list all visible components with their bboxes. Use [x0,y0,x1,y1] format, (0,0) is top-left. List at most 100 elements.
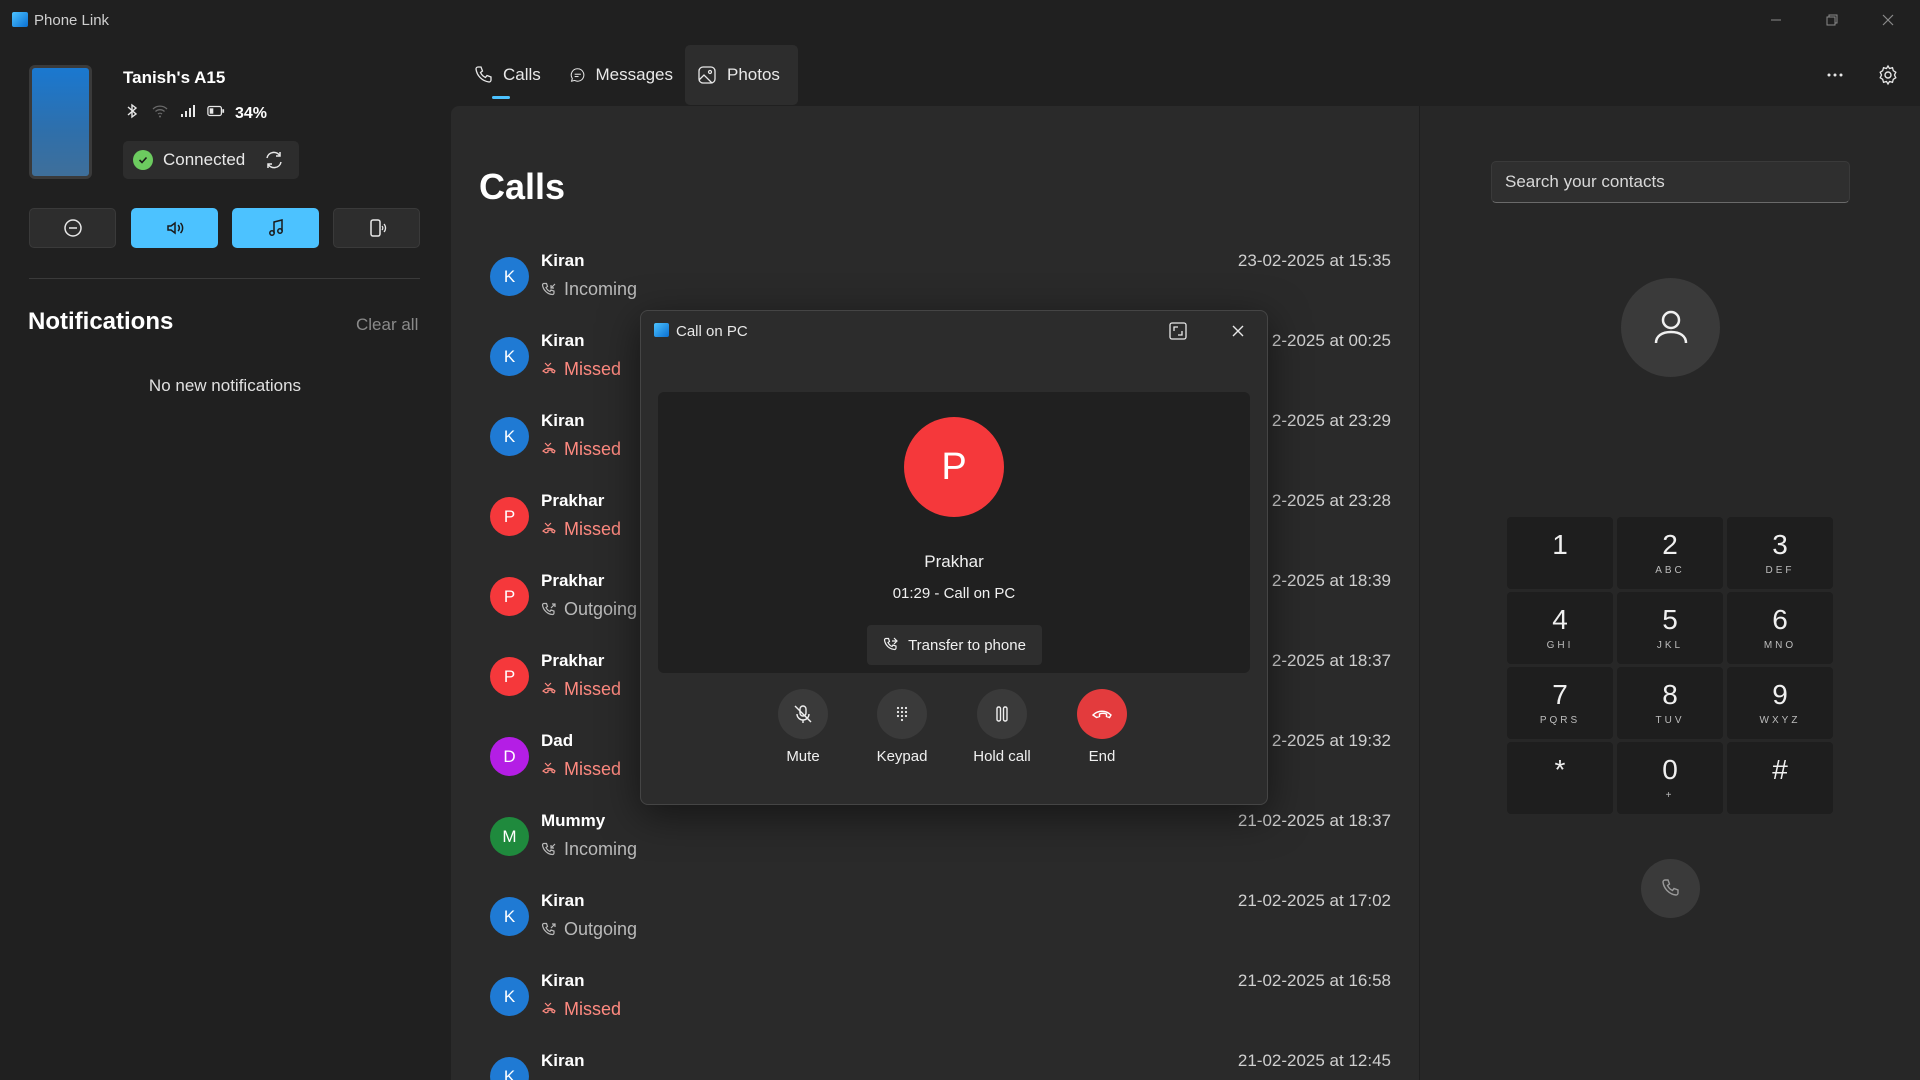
call-timestamp: 23-02-2025 at 15:35 [1237,251,1391,270]
missed-call-icon [542,762,556,774]
dial-key[interactable]: 4 GHI [1507,592,1613,664]
call-timestamp: 2-2025 at 19:32 [1271,731,1391,750]
tab-photos[interactable]: Photos [685,45,798,105]
dial-key-digit: 9 [1772,679,1788,710]
dial-key-digit: 6 [1772,604,1788,635]
tab-calls[interactable]: Calls [461,45,558,105]
connection-status: Connected [123,141,299,179]
call-timestamp: 21-02-2025 at 18:37 [1237,811,1391,830]
bluetooth-icon [123,102,141,125]
dial-key-letters: ABC [1655,565,1685,576]
contact-avatar: P [490,577,529,616]
title-bar: Phone Link [0,0,1920,40]
dial-key[interactable]: 3 DEF [1727,517,1833,589]
dial-key-digit: 8 [1662,679,1678,710]
gear-icon [1879,64,1897,86]
caller-card: P Prakhar 01:29 - Call on PC Transfer to… [658,392,1250,673]
transfer-label: Transfer to phone [908,636,1026,654]
dial-key-digit: 7 [1552,679,1568,710]
tab-messages[interactable]: Messages [558,45,685,105]
call-type: Incoming [541,279,637,300]
popup-close-button[interactable] [1226,319,1250,343]
call-contact-name: Kiran [541,971,585,990]
caller-name: Prakhar [924,552,984,571]
check-icon [133,150,153,170]
missed-call-icon [542,362,556,374]
dial-key[interactable]: 2 ABC [1617,517,1723,589]
call-row[interactable]: K Kiran Missed 21-02-2025 at 16:58 [479,962,1391,1042]
dial-key[interactable]: # [1727,742,1833,814]
call-row[interactable]: KKiranOutgoing21-02-2025 at 12:45 [479,1042,1391,1080]
end-call-label: End [1088,748,1116,765]
person-icon [1654,310,1687,343]
dial-key-letters: JKL [1656,640,1684,651]
notifications-title: Notifications [28,308,174,335]
keypad-button[interactable] [877,689,927,739]
restore-button[interactable] [1804,0,1860,40]
sync-icon[interactable] [263,149,285,171]
hold-control[interactable]: Hold call [962,689,1042,765]
call-contact-name: Kiran [541,411,585,430]
dial-key-digit: 3 [1772,529,1788,560]
dial-key-digit: 0 [1662,754,1678,785]
dial-call-button[interactable] [1641,859,1700,918]
outgoing-call-icon [541,922,556,935]
divider [29,278,420,279]
dial-key-digit: 5 [1662,604,1678,635]
call-contact-name: Kiran [541,891,585,910]
volume-button[interactable] [131,208,218,248]
contact-avatar [1621,278,1720,377]
missed-call-icon [542,682,556,694]
call-type: Missed [541,439,621,460]
end-call-button[interactable] [1077,689,1127,739]
call-contact-name: Prakhar [541,651,605,670]
hold-call-button[interactable] [977,689,1027,739]
dial-key-letters: MNO [1763,640,1797,651]
dial-key[interactable]: 8 TUV [1617,667,1723,739]
caller-avatar: P [904,417,1004,517]
missed-call-icon [542,1002,556,1014]
call-timestamp: 21-02-2025 at 12:45 [1237,1051,1391,1070]
popup-title: Call on PC [676,323,748,340]
clear-all-button[interactable]: Clear all [356,315,418,335]
call-row[interactable]: M Mummy Incoming 21-02-2025 at 18:37 [479,802,1391,882]
wifi-icon [151,102,169,125]
expand-icon [1169,322,1187,340]
mute-control[interactable]: Mute [763,689,843,765]
transfer-to-phone-button[interactable]: Transfer to phone [867,625,1042,665]
expand-button[interactable] [1166,319,1190,343]
more-options-button[interactable] [1820,60,1850,90]
dial-key-letters: + [1665,790,1675,801]
dial-key-letters: TUV [1655,715,1685,726]
minimize-button[interactable] [1748,0,1804,40]
mute-mic-icon [794,705,812,723]
call-type-label: Missed [564,759,622,779]
end-control[interactable]: End [1062,689,1142,765]
call-status: 01:29 - Call on PC [892,585,1016,602]
audio-player-button[interactable] [232,208,319,248]
contact-avatar: M [490,817,529,856]
call-type-label: Outgoing [564,919,638,939]
dial-key[interactable]: 1 [1507,517,1613,589]
close-window-button[interactable] [1860,0,1916,40]
mute-button[interactable] [778,689,828,739]
do-not-disturb-icon [63,219,82,237]
call-row[interactable]: K Kiran Outgoing 21-02-2025 at 17:02 [479,882,1391,962]
settings-button[interactable] [1873,60,1903,90]
keypad-control[interactable]: Keypad [862,689,942,765]
search-contacts-input[interactable]: Search your contacts [1491,161,1850,203]
do-not-disturb-button[interactable] [29,208,116,248]
dial-key[interactable]: * [1507,742,1613,814]
dial-key[interactable]: 5 JKL [1617,592,1723,664]
call-contact-name: Dad [541,731,574,750]
call-on-pc-popup: Call on PC P Prakhar 01:29 - Call on PC … [640,310,1268,805]
dial-key[interactable]: 6 MNO [1727,592,1833,664]
dial-key[interactable]: 7 PQRS [1507,667,1613,739]
call-type: Outgoing [541,919,637,940]
message-icon [570,68,585,82]
dial-key[interactable]: 9 WXYZ [1727,667,1833,739]
music-note-icon [268,219,283,236]
phone-audio-button[interactable] [333,208,420,248]
dial-key[interactable]: 0 + [1617,742,1723,814]
call-timestamp: 2-2025 at 18:39 [1271,571,1391,590]
